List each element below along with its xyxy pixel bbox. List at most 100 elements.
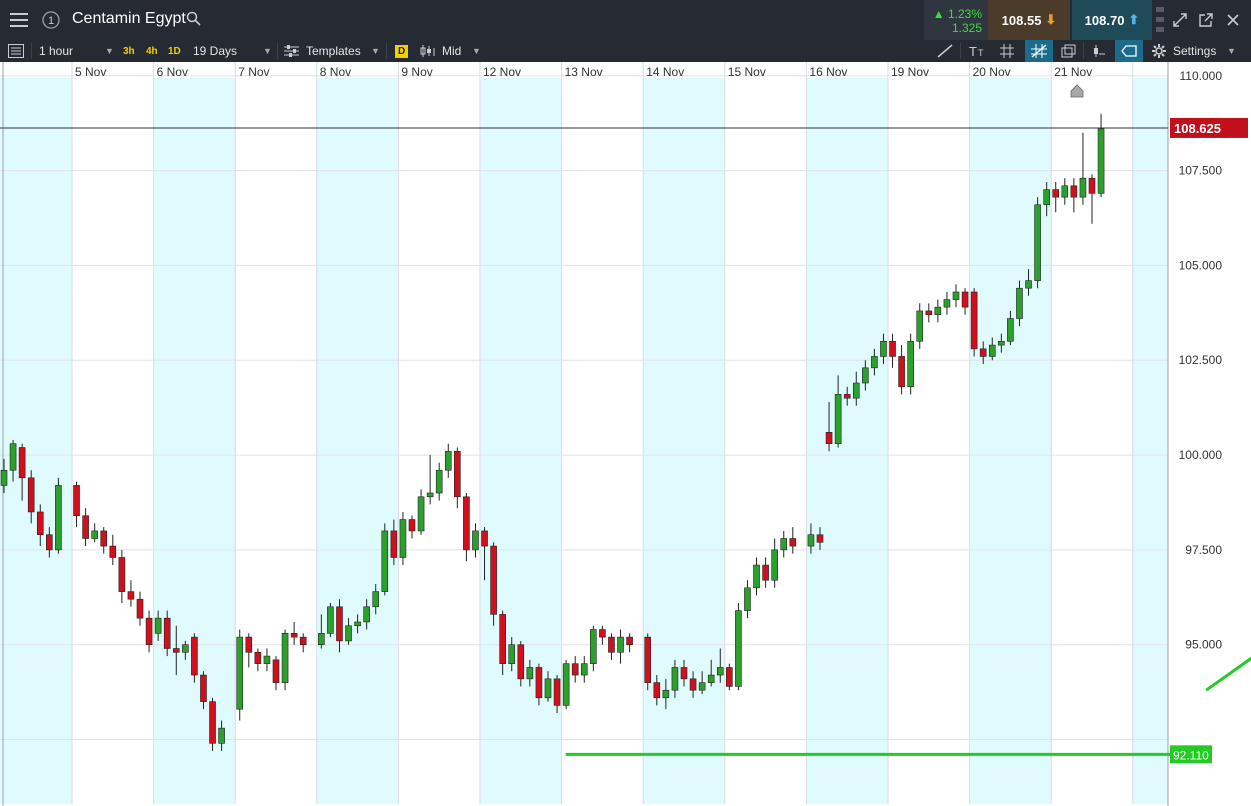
sliders-icon[interactable]: [284, 40, 299, 62]
candle-body: [898, 356, 905, 388]
close-icon[interactable]: [1221, 0, 1245, 40]
candle-body: [390, 530, 398, 558]
chevron-down-icon[interactable]: ▼: [105, 40, 114, 62]
candle-type-icon[interactable]: [420, 40, 436, 62]
candle-body: [408, 519, 416, 532]
x-tick-label: 7 Nov: [238, 65, 269, 79]
candle-body: [644, 636, 652, 683]
draw-line-icon[interactable]: [937, 40, 953, 62]
price-chart[interactable]: 5 Nov 6 Nov 7 Nov 8 Nov 9 Nov 12 Nov 13 Nov 14 …: [0, 62, 1251, 806]
list-icon[interactable]: [8, 40, 24, 62]
grid-icon[interactable]: [1000, 40, 1014, 62]
preset-4h[interactable]: 4h: [146, 40, 158, 62]
candle-body: [281, 633, 289, 683]
candle-body: [925, 310, 933, 316]
price-change: ▲ 1.23% 1.325: [924, 0, 988, 40]
candle-body: [345, 625, 352, 642]
popout-icon[interactable]: [1194, 0, 1218, 40]
candle-body: [172, 648, 180, 653]
text-tool-icon[interactable]: TT: [969, 40, 987, 62]
candle-body: [988, 344, 996, 357]
chevron-down-icon[interactable]: ▼: [1227, 40, 1236, 62]
candle-body: [707, 674, 715, 683]
crosshair-icon[interactable]: [1025, 40, 1053, 62]
candle-body: [934, 306, 942, 316]
range-select[interactable]: 19 Days: [193, 40, 237, 62]
candle-body: [272, 659, 280, 683]
chevron-down-icon[interactable]: ▼: [263, 40, 272, 62]
candle-body: [979, 348, 987, 357]
candle-body: [327, 606, 334, 634]
expand-icon[interactable]: [1168, 0, 1192, 40]
toolbar-divider: [31, 43, 32, 59]
chevron-down-icon[interactable]: ▼: [472, 40, 481, 62]
candle-body: [508, 644, 516, 664]
tag-icon[interactable]: [1115, 40, 1143, 62]
x-tick-label: 19 Nov: [891, 65, 929, 79]
candle-body: [9, 443, 17, 471]
candle-body: [136, 598, 144, 619]
toolbar-divider: [1083, 43, 1084, 59]
candle-body: [961, 291, 969, 308]
svg-text:T: T: [978, 48, 984, 58]
instrument-title[interactable]: Centamin Egypt: [72, 10, 186, 28]
day-band: [153, 78, 236, 804]
candle-body: [481, 530, 488, 547]
candle-body: [263, 655, 271, 664]
arrow-up-icon: ⬆: [1128, 12, 1140, 27]
preset-3h[interactable]: 3h: [123, 40, 135, 62]
candle-body: [626, 636, 633, 646]
candle-body: [544, 678, 552, 699]
layers-icon[interactable]: [1061, 40, 1077, 62]
candle-body: [55, 485, 62, 551]
candle-body: [852, 382, 860, 399]
candle-body: [671, 667, 679, 691]
top-bar: 1 Centamin Egypt ▲ 1.23% 1.325 108.55 ⬇ 1…: [0, 0, 1251, 40]
interval-select[interactable]: 1 hour: [39, 40, 73, 62]
settings-button[interactable]: Settings: [1173, 40, 1216, 62]
candle-body: [91, 530, 98, 539]
indicator-icon[interactable]: [1092, 40, 1106, 62]
drag-handle-icon[interactable]: [1153, 0, 1167, 40]
candle-body: [1061, 185, 1069, 198]
candle-body: [0, 469, 8, 486]
chevron-down-icon[interactable]: ▼: [371, 40, 380, 62]
candle-body: [218, 727, 225, 744]
candle-body: [18, 447, 26, 479]
day-bands: [0, 62, 1251, 804]
candle-body: [952, 291, 960, 300]
x-tick-label: 9 Nov: [401, 65, 432, 79]
candle-body: [862, 367, 869, 384]
gear-icon[interactable]: [1152, 40, 1166, 62]
candle-body: [444, 450, 452, 471]
candle-body: [599, 629, 606, 638]
search-icon[interactable]: [186, 11, 201, 30]
price-mode-select[interactable]: Mid: [442, 40, 461, 62]
candle-body: [916, 310, 924, 342]
buy-button[interactable]: 108.70 ⬆: [1072, 0, 1152, 40]
candle-body: [191, 636, 198, 676]
candle-body: [716, 667, 724, 676]
y-tick-label: 100.000: [1179, 448, 1223, 462]
candle-body: [762, 564, 769, 581]
sell-button[interactable]: 108.55 ⬇: [988, 0, 1070, 40]
candle-body: [363, 606, 370, 623]
candle-body: [880, 340, 887, 357]
toolbar-divider: [960, 43, 961, 59]
link-badge-icon[interactable]: 1: [38, 0, 64, 40]
candle-body: [907, 340, 914, 388]
d-toggle[interactable]: D: [395, 40, 409, 62]
candle-body: [426, 492, 434, 498]
candle-body: [1034, 204, 1041, 281]
candle-body: [1043, 189, 1050, 206]
candle-body: [562, 663, 570, 706]
menu-icon[interactable]: [0, 0, 38, 40]
candle-body: [499, 614, 506, 664]
svg-text:T: T: [969, 44, 977, 58]
candle-body: [834, 394, 842, 444]
candle-body: [726, 667, 733, 687]
x-tick-label: 5 Nov: [75, 65, 106, 79]
candle-body: [871, 356, 878, 369]
templates-button[interactable]: Templates: [306, 40, 361, 62]
preset-1d[interactable]: 1D: [168, 40, 181, 62]
